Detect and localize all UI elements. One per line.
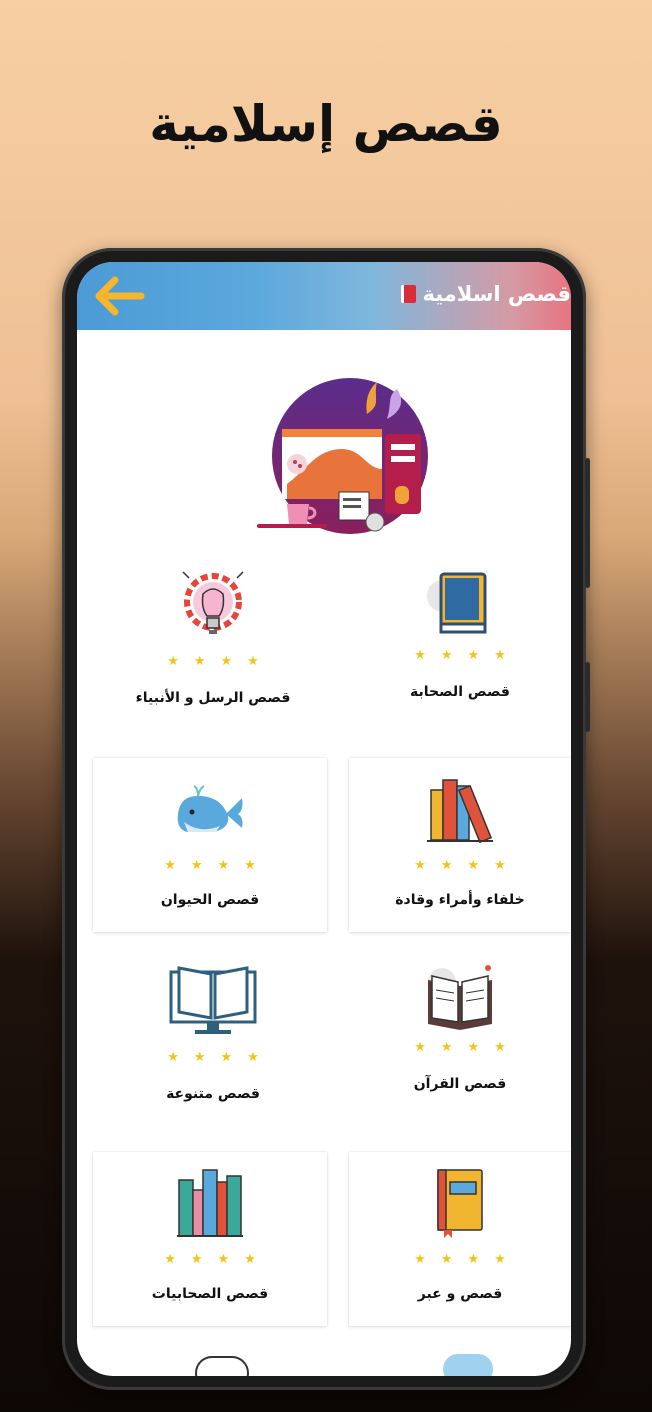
category-card-lessons[interactable]: ★★★★ قصص و عبر	[349, 1152, 571, 1326]
category-label: خلفاء وأمراء وقادة	[395, 892, 525, 908]
whale-icon	[177, 785, 243, 832]
bookshelf-icon	[177, 1169, 243, 1237]
category-label: قصص القرآن	[413, 1076, 507, 1092]
rating-stars: ★★★★	[414, 1040, 521, 1055]
category-card-prophets[interactable]: ★★★★ قصص الرسل و الأنبياء	[99, 558, 327, 732]
back-button[interactable]	[91, 274, 147, 318]
app-bar: قصص اسلامية	[77, 262, 571, 330]
category-label: قصص و عبر	[417, 1286, 503, 1302]
hero-illustration	[257, 378, 428, 534]
category-label: قصص الصحابة	[410, 684, 510, 700]
rating-stars: ★★★★	[414, 648, 521, 663]
closed-book-icon	[437, 1169, 483, 1238]
rating-stars: ★★★★	[414, 1252, 521, 1267]
back-arrow-icon	[95, 276, 145, 316]
open-book-icon	[428, 965, 492, 1030]
category-label: قصص الحيوان	[160, 892, 260, 908]
category-label: قصص متنوعة	[166, 1086, 260, 1102]
next-card-partial	[195, 1356, 249, 1376]
app-title-text: قصص اسلامية	[422, 282, 571, 306]
phone-frame: قصص اسلامية ★★★★ قصص الرسل و الأنبياء ★★…	[62, 248, 590, 1390]
rating-stars: ★★★★	[414, 858, 521, 873]
app-title: قصص اسلامية	[401, 282, 571, 306]
quran-book-icon	[427, 572, 487, 634]
rating-stars: ★★★★	[167, 1050, 274, 1065]
category-card-caliphs[interactable]: ★★★★ خلفاء وأمراء وقادة	[349, 758, 571, 932]
lightbulb-gear-icon	[182, 571, 244, 634]
category-card-animals[interactable]: ★★★★ قصص الحيوان	[93, 758, 327, 932]
category-card-various[interactable]: ★★★★ قصص متنوعة	[99, 952, 327, 1126]
red-book-icon	[401, 285, 417, 303]
category-card-female-companions[interactable]: ★★★★ قصص الصحابيات	[93, 1152, 327, 1326]
books-stack-icon	[427, 779, 493, 844]
open-book-monitor-icon	[169, 966, 257, 1034]
category-card-companions[interactable]: ★★★★ قصص الصحابة	[349, 558, 571, 732]
rating-stars: ★★★★	[164, 1252, 271, 1267]
category-card-quran[interactable]: ★★★★ قصص القرآن	[349, 952, 571, 1126]
category-label: قصص الصحابيات	[151, 1286, 269, 1302]
app-screen: قصص اسلامية ★★★★ قصص الرسل و الأنبياء ★★…	[77, 262, 571, 1376]
power-button	[585, 662, 590, 732]
promo-title: قصص إسلامية	[149, 95, 503, 153]
volume-button	[585, 458, 590, 588]
category-label: قصص الرسل و الأنبياء	[135, 690, 291, 706]
rating-stars: ★★★★	[164, 858, 271, 873]
next-card-partial	[443, 1354, 493, 1376]
rating-stars: ★★★★	[167, 654, 274, 669]
